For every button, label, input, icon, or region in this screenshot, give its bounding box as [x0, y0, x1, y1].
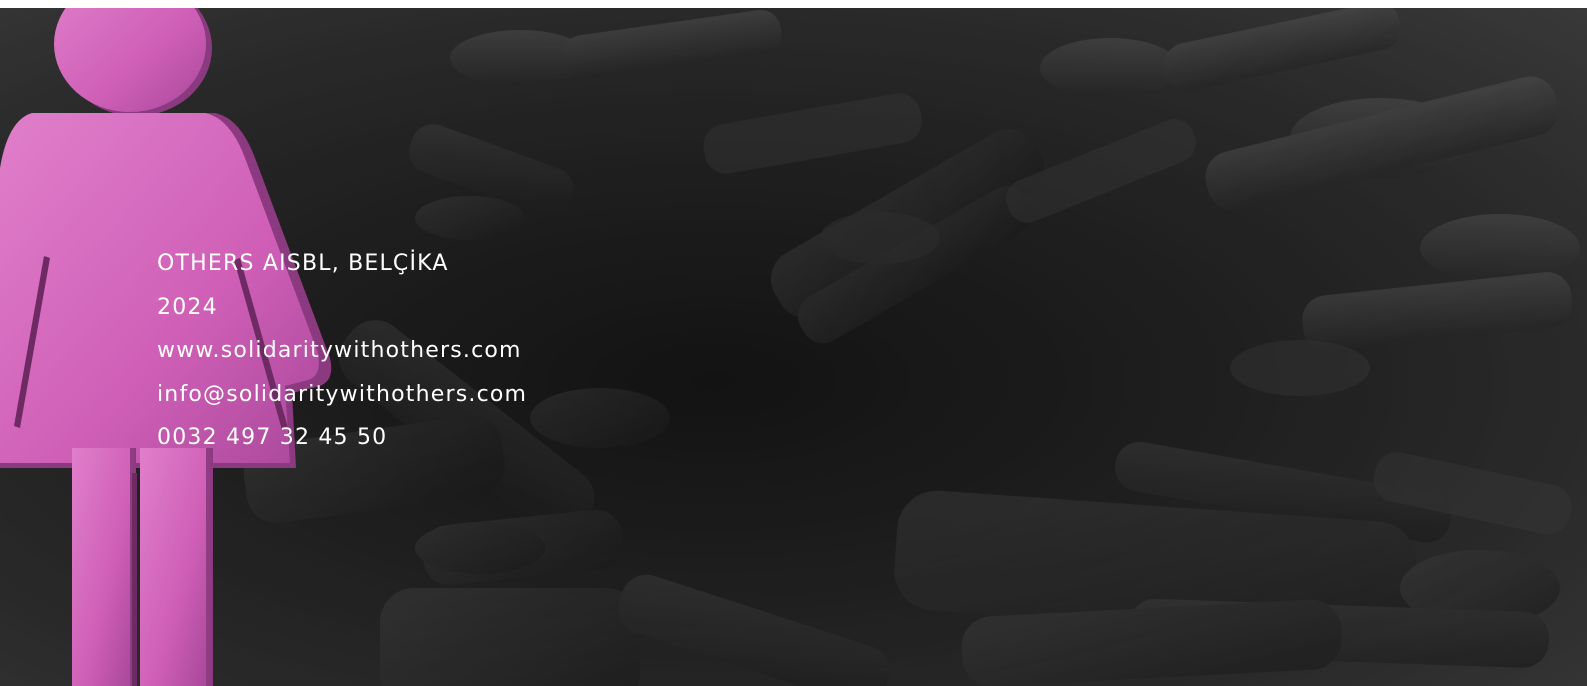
- phone-number[interactable]: 0032 497 32 45 50: [157, 416, 527, 460]
- hero-banner: OTHERS AISBL, BELÇİKA 2024 www.solidarit…: [0, 8, 1587, 686]
- website-link[interactable]: www.solidaritywithothers.com: [157, 329, 527, 373]
- contact-info: OTHERS AISBL, BELÇİKA 2024 www.solidarit…: [157, 242, 527, 460]
- year-text: 2024: [157, 294, 218, 320]
- organization-name: OTHERS AISBL, BELÇİKA: [157, 251, 449, 276]
- email-link[interactable]: info@solidaritywithothers.com: [157, 373, 527, 417]
